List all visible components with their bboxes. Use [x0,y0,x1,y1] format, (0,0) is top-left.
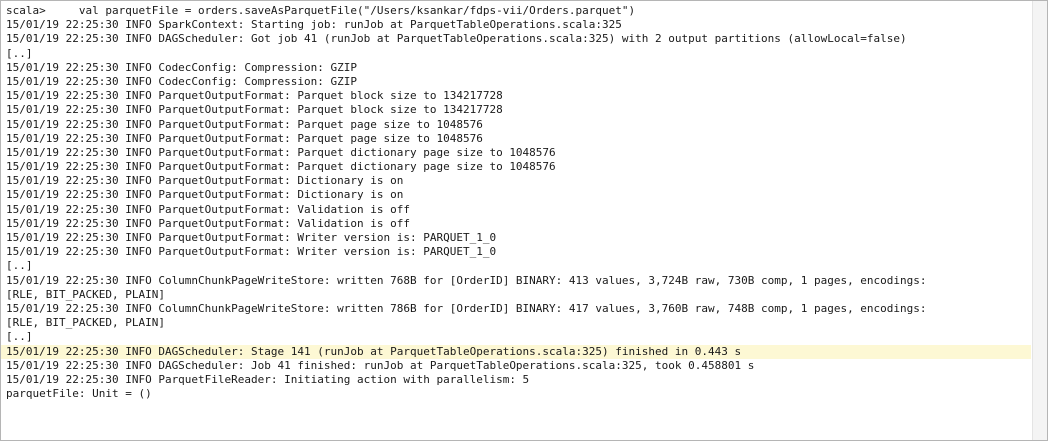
log-line: 15/01/19 22:25:30 INFO ParquetFileReader… [6,372,530,386]
log-line: 15/01/19 22:25:30 INFO ParquetOutputForm… [6,131,483,145]
log-line: 15/01/19 22:25:30 INFO ParquetOutputForm… [6,188,404,202]
log-line: [RLE, BIT_PACKED, PLAIN] [6,316,165,330]
terminal-window[interactable]: scala> val parquetFile = orders.saveAsPa… [0,0,1048,441]
log-line: 15/01/19 22:25:30 INFO ParquetOutputForm… [6,89,503,103]
log-line: 15/01/19 22:25:30 INFO ColumnChunkPageWr… [6,301,927,315]
log-line: 15/01/19 22:25:30 INFO ParquetOutputForm… [6,174,404,188]
command-prompt-line: scala> val parquetFile = orders.saveAsPa… [6,4,636,17]
log-line: [..] [6,46,33,60]
terminal-output: scala> val parquetFile = orders.saveAsPa… [1,4,1031,401]
log-line: 15/01/19 22:25:30 INFO DAGScheduler: Got… [6,32,907,46]
log-line: 15/01/19 22:25:30 INFO ParquetOutputForm… [6,231,497,244]
log-line: [RLE, BIT_PACKED, PLAIN] [6,287,165,301]
log-line: 15/01/19 22:25:30 INFO CodecConfig: Comp… [6,74,357,88]
log-line: 15/01/19 22:25:30 INFO ParquetOutputForm… [6,216,410,230]
log-line: [..] [6,330,33,344]
vertical-scrollbar[interactable] [1032,1,1047,440]
log-line: 15/01/19 22:25:30 INFO CodecConfig: Comp… [6,60,357,74]
log-line: 15/01/19 22:25:30 INFO ColumnChunkPageWr… [6,273,927,287]
log-line: 15/01/19 22:25:30 INFO DAGScheduler: Sta… [1,344,1031,359]
log-line: 15/01/19 22:25:30 INFO SparkContext: Sta… [6,18,622,32]
log-line: 15/01/19 22:25:30 INFO ParquetOutputForm… [6,202,410,216]
log-line: 15/01/19 22:25:30 INFO ParquetOutputForm… [6,103,503,117]
log-line: 15/01/19 22:25:30 INFO DAGScheduler: Job… [6,358,755,372]
result-line: parquetFile: Unit = () [6,387,152,401]
log-line: 15/01/19 22:25:30 INFO ParquetOutputForm… [6,245,497,259]
log-line: 15/01/19 22:25:30 INFO ParquetOutputForm… [6,117,483,131]
log-line: [..] [6,259,33,273]
log-line: 15/01/19 22:25:30 INFO ParquetOutputForm… [6,160,556,174]
log-line: 15/01/19 22:25:30 INFO ParquetOutputForm… [6,145,556,159]
